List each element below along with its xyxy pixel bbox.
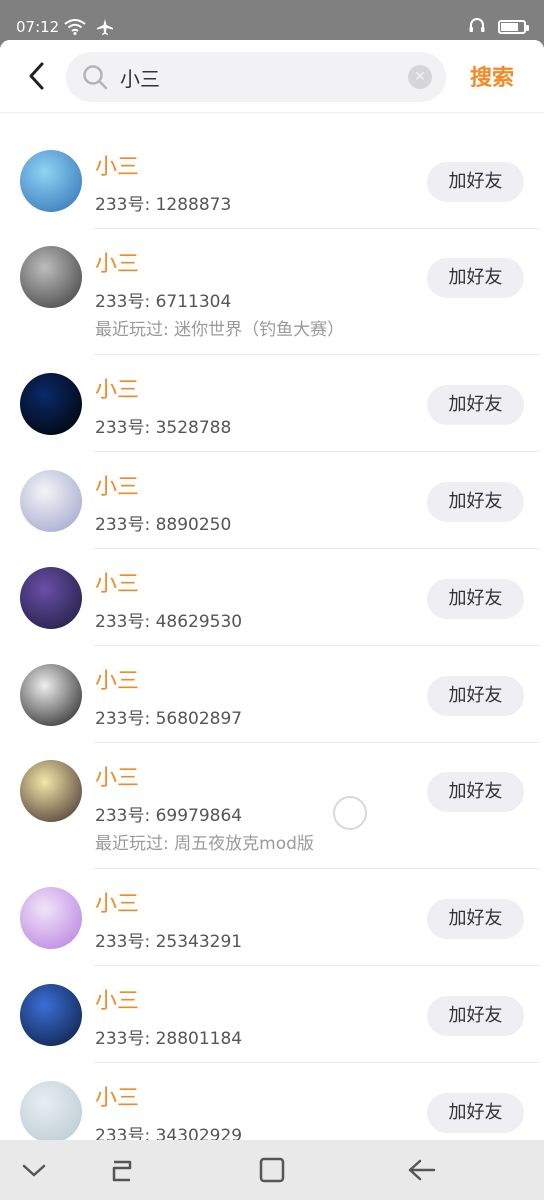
- user-id: 233号: 48629530: [95, 612, 243, 632]
- loading-spinner: [333, 796, 367, 830]
- hide-keyboard-button[interactable]: [18, 1154, 50, 1186]
- back-button[interactable]: [20, 58, 56, 94]
- avatar[interactable]: [20, 1081, 82, 1140]
- add-friend-button[interactable]: 加好友: [427, 482, 524, 522]
- headphones-icon: [468, 16, 486, 38]
- status-time: 07:12: [16, 18, 60, 36]
- add-friend-button[interactable]: 加好友: [427, 162, 524, 202]
- status-bar: 07:12: [0, 0, 544, 40]
- home-square-icon: [259, 1157, 285, 1183]
- user-name: 小三: [95, 766, 140, 791]
- avatar[interactable]: [20, 664, 82, 726]
- user-name: 小三: [95, 892, 140, 917]
- result-row[interactable]: 小三 233号: 34302929 加好友: [0, 1063, 544, 1140]
- user-id: 233号: 25343291: [95, 932, 243, 952]
- user-id: 233号: 3528788: [95, 418, 232, 438]
- search-button[interactable]: 搜索: [470, 60, 514, 92]
- recently-played: 最近玩过: 周五夜放克mod版: [95, 834, 314, 854]
- user-id: 233号: 56802897: [95, 709, 243, 729]
- add-friend-button[interactable]: 加好友: [427, 772, 524, 812]
- user-id: 233号: 28801184: [95, 1029, 243, 1049]
- header-divider: [0, 112, 544, 113]
- search-input[interactable]: [120, 63, 400, 91]
- avatar[interactable]: [20, 470, 82, 532]
- add-friend-button[interactable]: 加好友: [427, 899, 524, 939]
- user-id: 233号: 6711304: [95, 292, 232, 312]
- clear-search-button[interactable]: ✕: [408, 65, 432, 89]
- system-navigation-bar: [0, 1140, 544, 1200]
- avatar[interactable]: [20, 567, 82, 629]
- user-name: 小三: [95, 252, 140, 277]
- result-row[interactable]: 小三 233号: 8890250 加好友: [0, 452, 544, 549]
- recents-icon: [112, 1160, 132, 1182]
- avatar[interactable]: [20, 984, 82, 1046]
- search-header: ✕ 搜索: [0, 40, 544, 112]
- back-nav-button[interactable]: [406, 1154, 438, 1186]
- user-id: 233号: 69979864: [95, 806, 243, 826]
- result-row[interactable]: 小三 233号: 1288873 加好友: [0, 132, 544, 229]
- avatar[interactable]: [20, 373, 82, 435]
- add-friend-button[interactable]: 加好友: [427, 1093, 524, 1133]
- add-friend-button[interactable]: 加好友: [427, 258, 524, 298]
- search-icon: [82, 64, 108, 90]
- avatar[interactable]: [20, 246, 82, 308]
- result-row[interactable]: 小三 233号: 28801184 加好友: [0, 966, 544, 1063]
- result-row[interactable]: 小三 233号: 25343291 加好友: [0, 869, 544, 966]
- back-nav-icon: [408, 1159, 436, 1181]
- user-id: 233号: 8890250: [95, 515, 232, 535]
- user-name: 小三: [95, 378, 140, 403]
- chevron-down-icon: [22, 1164, 46, 1177]
- user-name: 小三: [95, 1086, 140, 1111]
- user-name: 小三: [95, 572, 140, 597]
- result-row[interactable]: 小三 233号: 48629530 加好友: [0, 549, 544, 646]
- avatar[interactable]: [20, 150, 82, 212]
- add-friend-button[interactable]: 加好友: [427, 579, 524, 619]
- result-row[interactable]: 小三 233号: 69979864 最近玩过: 周五夜放克mod版 加好友: [0, 743, 544, 869]
- search-box[interactable]: ✕: [66, 52, 446, 102]
- user-id: 233号: 34302929: [95, 1126, 243, 1140]
- user-name: 小三: [95, 989, 140, 1014]
- result-row[interactable]: 小三 233号: 56802897 加好友: [0, 646, 544, 743]
- airplane-icon: [96, 18, 114, 40]
- user-name: 小三: [95, 475, 140, 500]
- add-friend-button[interactable]: 加好友: [427, 676, 524, 716]
- user-name: 小三: [95, 155, 140, 180]
- wifi-icon: [64, 19, 86, 39]
- result-row[interactable]: 小三 233号: 6711304 最近玩过: 迷你世界（钓鱼大赛） 加好友: [0, 229, 544, 355]
- result-row[interactable]: 小三 233号: 3528788 加好友: [0, 355, 544, 452]
- user-id: 233号: 1288873: [95, 195, 232, 215]
- result-list: 小三 233号: 1288873 加好友 小三 233号: 6711304 最近玩过: 迷…: [0, 132, 544, 1140]
- user-name: 小三: [95, 669, 140, 694]
- home-button[interactable]: [256, 1154, 288, 1186]
- add-friend-button[interactable]: 加好友: [427, 385, 524, 425]
- recent-apps-button[interactable]: [106, 1154, 138, 1186]
- back-arrow-icon: [29, 62, 44, 90]
- avatar[interactable]: [20, 760, 82, 822]
- search-results-screen: ✕ 搜索 小三233号: 1288873加好友小三233号: 6711304最近…: [0, 40, 544, 1140]
- recently-played: 最近玩过: 迷你世界（钓鱼大赛）: [95, 320, 345, 340]
- avatar[interactable]: [20, 887, 82, 949]
- battery-icon: [498, 20, 529, 34]
- add-friend-button[interactable]: 加好友: [427, 996, 524, 1036]
